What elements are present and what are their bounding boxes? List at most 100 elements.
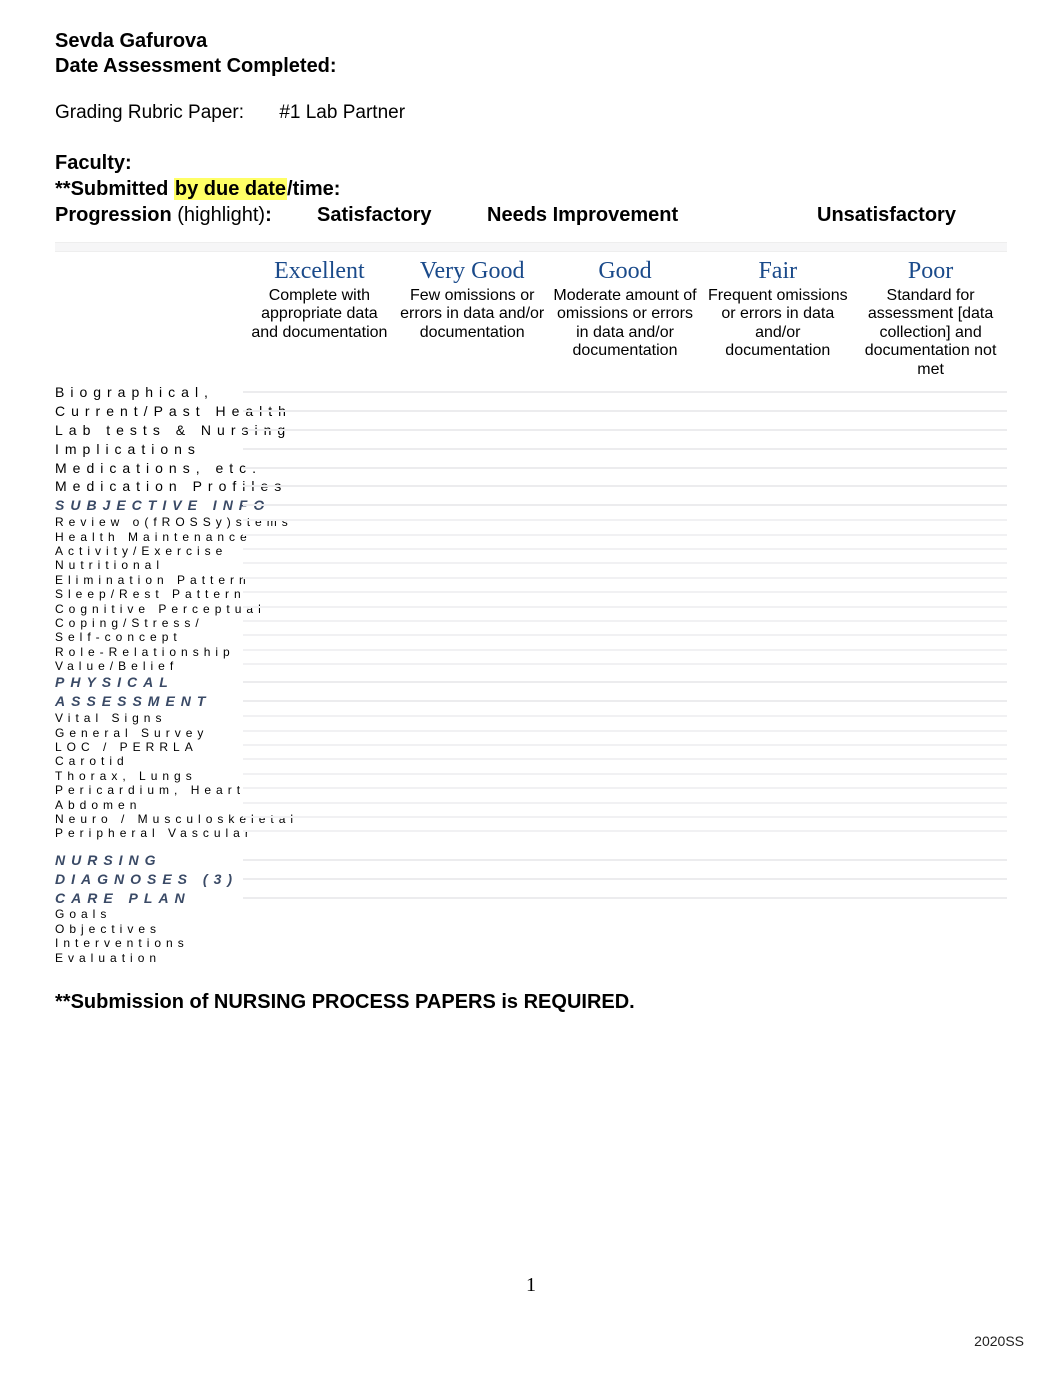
grade-cell bbox=[243, 758, 396, 768]
criterion-label: Biographical, bbox=[55, 383, 243, 402]
grade-cell bbox=[854, 504, 1007, 515]
grade-cell bbox=[243, 448, 396, 459]
grade-cell bbox=[854, 878, 1007, 889]
grade-cell bbox=[243, 485, 396, 496]
col-poor-desc: Standard for assessment [data collection… bbox=[858, 287, 1003, 379]
grade-cell bbox=[243, 577, 396, 587]
section-head-label: SUBJECTIVE INFO bbox=[55, 496, 243, 515]
col-good-desc: Moderate amount of omissions or errors i… bbox=[553, 287, 698, 361]
section-head-label: PHYSICAL bbox=[55, 673, 243, 692]
grade-cell bbox=[396, 955, 549, 965]
grade-cell bbox=[243, 467, 396, 478]
col-verygood-title: Very Good bbox=[400, 258, 545, 285]
grade-cell bbox=[243, 700, 396, 711]
grade-cell bbox=[854, 391, 1007, 402]
grade-cell bbox=[243, 830, 396, 840]
grade-cell bbox=[396, 620, 549, 630]
grade-cell bbox=[243, 391, 396, 402]
grade-cell bbox=[701, 787, 854, 797]
grade-cell bbox=[549, 816, 702, 826]
rubric-row: Carotid bbox=[55, 754, 1007, 768]
grade-cell bbox=[701, 467, 854, 478]
grade-cell bbox=[701, 429, 854, 440]
grade-cell bbox=[243, 787, 396, 797]
grade-cell bbox=[549, 878, 702, 889]
grade-cell bbox=[701, 758, 854, 768]
date-assessment-label: Date Assessment Completed: bbox=[55, 55, 1007, 78]
rubric-row: NURSING bbox=[55, 851, 1007, 870]
grade-cell bbox=[549, 504, 702, 515]
footer-required-note: **Submission of NURSING PROCESS PAPERS i… bbox=[55, 991, 1007, 1014]
grade-cell bbox=[549, 577, 702, 587]
grade-cell bbox=[549, 548, 702, 558]
grade-cell bbox=[396, 878, 549, 889]
grade-cell bbox=[243, 878, 396, 889]
grade-cell bbox=[854, 548, 1007, 558]
rubric-row: ASSESSMENT bbox=[55, 692, 1007, 711]
grade-cell bbox=[396, 577, 549, 587]
rubric-row: PHYSICAL bbox=[55, 673, 1007, 692]
grade-cell bbox=[549, 663, 702, 673]
grade-cell bbox=[854, 467, 1007, 478]
grade-cell bbox=[701, 448, 854, 459]
grade-cell bbox=[701, 955, 854, 965]
grade-cell bbox=[854, 448, 1007, 459]
rubric-row: Neuro / Musculoskeletal bbox=[55, 812, 1007, 826]
grade-cell bbox=[854, 715, 1007, 725]
grade-cell bbox=[396, 504, 549, 515]
rubric-row: Medication Profiles bbox=[55, 477, 1007, 496]
criterion-label: Peripheral Vascular bbox=[55, 826, 243, 840]
grade-cell bbox=[701, 773, 854, 783]
grade-cell bbox=[243, 620, 396, 630]
grade-cell bbox=[854, 955, 1007, 965]
grade-cell bbox=[396, 649, 549, 659]
grade-cell bbox=[396, 700, 549, 711]
grade-cell bbox=[243, 715, 396, 725]
grade-cell bbox=[854, 681, 1007, 692]
grade-cell bbox=[243, 730, 396, 740]
grade-cell bbox=[854, 410, 1007, 421]
grade-cell bbox=[549, 649, 702, 659]
grade-cell bbox=[701, 730, 854, 740]
grade-cell bbox=[701, 681, 854, 692]
grade-cell bbox=[243, 504, 396, 515]
grade-cell bbox=[701, 940, 854, 950]
grade-cell bbox=[243, 859, 396, 870]
grade-cell bbox=[549, 448, 702, 459]
grade-cell bbox=[854, 787, 1007, 797]
criterion-label: General Survey bbox=[55, 726, 243, 740]
col-good-title: Good bbox=[553, 258, 698, 285]
grade-cell bbox=[701, 649, 854, 659]
criterion-label: Implications bbox=[55, 440, 243, 459]
grade-cell bbox=[854, 897, 1007, 908]
grade-cell bbox=[701, 878, 854, 889]
grade-cell bbox=[701, 830, 854, 840]
grade-cell bbox=[701, 634, 854, 644]
criterion-label: Current/Past Health bbox=[55, 402, 243, 421]
grade-cell bbox=[854, 700, 1007, 711]
grade-cell bbox=[396, 911, 549, 921]
grade-cell bbox=[243, 897, 396, 908]
grade-cell bbox=[396, 548, 549, 558]
grade-cell bbox=[854, 663, 1007, 673]
grade-cell bbox=[854, 816, 1007, 826]
section-head-label: ASSESSMENT bbox=[55, 692, 243, 711]
col-poor-title: Poor bbox=[858, 258, 1003, 285]
criterion-label: Evaluation bbox=[55, 951, 243, 965]
grade-cell bbox=[549, 773, 702, 783]
grade-cell bbox=[243, 562, 396, 572]
grade-cell bbox=[549, 802, 702, 812]
col-excellent-desc: Complete with appropriate data and docum… bbox=[247, 287, 392, 342]
grade-cell bbox=[701, 897, 854, 908]
student-name: Sevda Gafurova bbox=[55, 30, 1007, 53]
grade-cell bbox=[396, 940, 549, 950]
grade-cell bbox=[701, 926, 854, 936]
rubric-row: Coping/Stress/ bbox=[55, 616, 1007, 630]
rubric-row: DIAGNOSES (3) bbox=[55, 870, 1007, 889]
grade-cell bbox=[396, 634, 549, 644]
grade-cell bbox=[854, 802, 1007, 812]
grade-cell bbox=[854, 485, 1007, 496]
grade-cell bbox=[854, 591, 1007, 601]
criterion-label: Carotid bbox=[55, 754, 243, 768]
rubric-row: LOC / PERRLA bbox=[55, 740, 1007, 754]
